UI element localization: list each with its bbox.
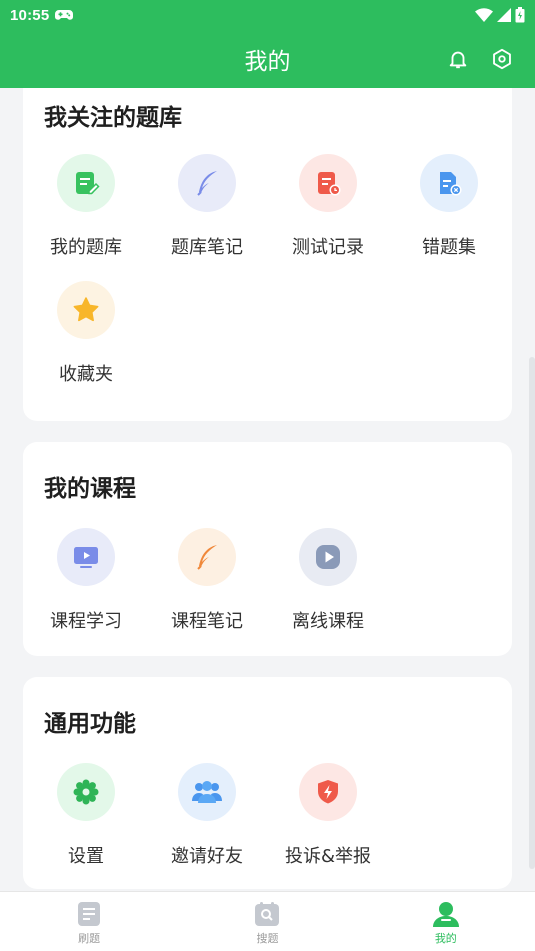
bell-icon <box>449 51 467 69</box>
course-notes-item[interactable]: 课程笔记 <box>146 528 268 633</box>
star-icon <box>57 281 115 339</box>
courses-card: 我的课程 课程学习 课程笔记 离线课程 <box>23 442 512 656</box>
invite-friends-item[interactable]: 邀请好友 <box>146 763 268 868</box>
general-functions-card: 通用功能 设置 邀请好友 投诉&举报 <box>23 677 512 889</box>
gamepad-icon <box>55 10 74 20</box>
item-label: 我的题库 <box>50 237 122 258</box>
item-label: 收藏夹 <box>59 364 113 385</box>
item-label: 课程学习 <box>50 611 122 632</box>
signal-icon <box>497 8 511 22</box>
app-header: 我的 <box>0 30 535 88</box>
my-question-bank-item[interactable]: 我的题库 <box>25 154 147 259</box>
section-title: 我关注的题库 <box>44 105 182 131</box>
content-scroll[interactable]: 我关注的题库 我的题库 题库笔记 测试记录 错题集 收藏夹 我的课程 课程学习 … <box>0 88 535 891</box>
settings-button[interactable] <box>489 46 515 72</box>
favorites-item[interactable]: 收藏夹 <box>25 281 147 386</box>
item-label: 课程笔记 <box>171 611 243 632</box>
tab-label: 刷题 <box>78 932 101 945</box>
tab-profile[interactable]: 我的 <box>357 892 535 951</box>
quill-icon <box>178 154 236 212</box>
section-title: 通用功能 <box>44 711 136 737</box>
tab-label: 我的 <box>434 932 457 945</box>
item-label: 题库笔记 <box>171 237 243 258</box>
quill-icon <box>178 528 236 586</box>
report-item[interactable]: 投诉&举报 <box>267 763 389 868</box>
tab-search-questions[interactable]: 搜题 <box>178 892 356 951</box>
course-study-item[interactable]: 课程学习 <box>25 528 147 633</box>
section-title: 我的课程 <box>44 476 136 502</box>
offline-courses-item[interactable]: 离线课程 <box>267 528 389 633</box>
notification-button[interactable] <box>445 46 471 72</box>
wrong-questions-icon <box>420 154 478 212</box>
practice-icon <box>78 902 101 926</box>
battery-icon <box>515 7 525 23</box>
page-title: 我的 <box>244 49 291 75</box>
status-bar: 10:55 <box>0 0 535 30</box>
status-time: 10:55 <box>10 6 50 24</box>
question-bank-card: 我关注的题库 我的题库 题库笔记 测试记录 错题集 收藏夹 <box>23 88 512 421</box>
profile-icon <box>432 902 459 927</box>
search-question-icon <box>255 902 280 926</box>
item-label: 测试记录 <box>292 237 364 258</box>
tab-practice[interactable]: 刷题 <box>0 892 178 951</box>
wifi-icon <box>475 8 493 22</box>
users-icon <box>178 763 236 821</box>
item-label: 离线课程 <box>292 611 364 632</box>
settings-item[interactable]: 设置 <box>25 763 147 868</box>
video-screen-icon <box>57 528 115 586</box>
tab-label: 搜题 <box>256 932 279 945</box>
item-label: 设置 <box>68 846 104 867</box>
gear-icon <box>57 763 115 821</box>
item-label: 投诉&举报 <box>284 846 372 867</box>
shield-icon <box>299 763 357 821</box>
item-label: 错题集 <box>422 237 476 258</box>
play-circle-icon <box>299 528 357 586</box>
question-notes-item[interactable]: 题库笔记 <box>146 154 268 259</box>
wrong-questions-item[interactable]: 错题集 <box>388 154 510 259</box>
item-label: 邀请好友 <box>171 846 243 867</box>
scrollbar[interactable] <box>529 357 535 869</box>
my-question-bank-icon <box>57 154 115 212</box>
test-records-item[interactable]: 测试记录 <box>267 154 389 259</box>
bottom-tab-bar: 刷题 搜题 我的 <box>0 891 535 951</box>
test-records-icon <box>299 154 357 212</box>
gear-icon <box>493 48 511 70</box>
